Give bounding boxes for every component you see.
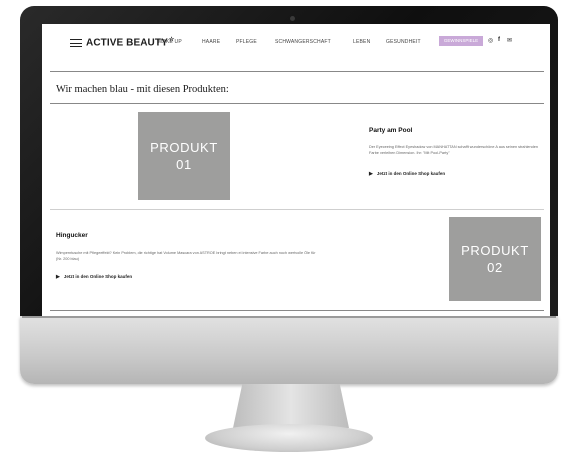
nav-item-pflege[interactable]: PFLEGE — [236, 39, 257, 45]
monitor-chin — [20, 316, 558, 384]
product-02-placeholder[interactable]: PRODUKT 02 — [449, 217, 541, 301]
placeholder-label: PRODUKT — [461, 243, 529, 258]
placeholder-number: 01 — [176, 157, 192, 172]
nav-item-leben[interactable]: LEBEN — [353, 39, 370, 45]
monitor-stand-base — [205, 424, 373, 452]
divider-below-title — [50, 103, 544, 104]
hamburger-menu-icon[interactable] — [70, 39, 82, 47]
divider-between-products — [50, 209, 544, 210]
section-title: Wir machen blau - mit diesen Produkten: — [56, 84, 229, 95]
gewinnspiele-button[interactable]: GEWINNSPIELE — [439, 36, 483, 46]
chin-edge — [22, 316, 556, 318]
instagram-icon[interactable]: ◎ — [488, 37, 493, 44]
placeholder-label: PRODUKT — [150, 140, 218, 155]
facebook-icon[interactable]: f — [498, 37, 500, 43]
product-02-headline: Hingucker — [56, 232, 88, 239]
nav-item-make-up[interactable]: MAKE UP — [158, 39, 182, 45]
placeholder-number: 02 — [487, 260, 503, 275]
webcam — [290, 16, 295, 21]
nav-item-gesundheit[interactable]: GESUNDHEIT — [386, 39, 421, 45]
product-01-description: Der Eyeceeing Effect Eyeshadow von MANHA… — [369, 145, 538, 155]
product-01-placeholder[interactable]: PRODUKT 01 — [138, 112, 230, 200]
play-arrow-icon: ▶ — [369, 171, 373, 177]
nav-item-schwangerschaft[interactable]: SCHWANGERSCHAFT — [275, 39, 331, 45]
nav-item-haare[interactable]: HAARE — [202, 39, 220, 45]
divider-top — [50, 71, 544, 72]
product-02-shop-link[interactable]: ▶ Jetzt in den Online Shop kaufen — [56, 274, 132, 280]
top-navigation: ACTIVE BEAUTY☆ MAKE UP HAARE PFLEGE SCHW… — [42, 24, 550, 70]
divider-bottom — [50, 310, 544, 311]
monitor-stand-neck — [233, 384, 349, 428]
shop-link-label: Jetzt in den Online Shop kaufen — [63, 274, 133, 279]
product-01-shop-link[interactable]: ▶ Jetzt in den Online Shop kaufen — [369, 171, 445, 177]
webpage-screen: ACTIVE BEAUTY☆ MAKE UP HAARE PFLEGE SCHW… — [42, 24, 550, 316]
product-01-headline: Party am Pool — [369, 127, 413, 134]
mail-icon[interactable]: ✉ — [507, 37, 512, 44]
brand-name: ACTIVE BEAUTY — [86, 37, 168, 49]
shop-link-label: Jetzt in den Online Shop kaufen — [376, 171, 446, 176]
product-02-description: Wimperntusche mit Pfiegeeffekt? Kein Pro… — [56, 251, 316, 261]
play-arrow-icon: ▶ — [56, 274, 60, 280]
